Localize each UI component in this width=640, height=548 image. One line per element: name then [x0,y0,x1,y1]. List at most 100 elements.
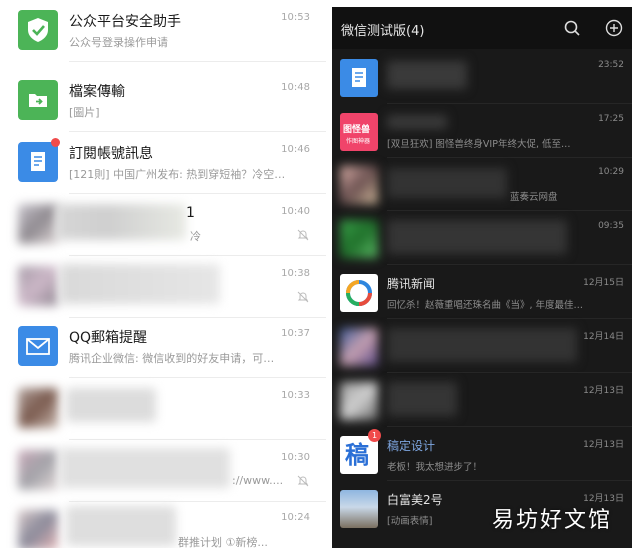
divider [387,426,632,427]
chat-row-gaoding[interactable]: 稿 1 稿定设计 老板！我太想进步了！ 12月13日 [332,428,632,481]
tuguaishou-logo: 图怪兽 作图神器 [340,113,378,151]
chat-row-blurred[interactable]: 10:33 [0,378,326,440]
chat-row[interactable]: 23:52 [332,51,632,104]
unread-dot [51,138,60,147]
mute-icon [297,475,309,487]
chat-row-blurred[interactable]: 群推计划 ①新榜... 10:24 [0,500,326,548]
pixelated-content [66,388,156,422]
shield-icon [18,10,58,50]
pixelated-content [387,168,507,198]
avatar [18,510,58,548]
chat-title: 檔案傳輸 [69,84,125,100]
divider [387,372,632,373]
divider [387,264,632,265]
top-bar: 微信测试版(4) [332,7,632,49]
chat-row[interactable]: 09:35 [332,212,632,265]
divider [387,480,632,481]
chat-time: 10:24 [281,512,310,523]
pixelated-content [66,506,176,546]
chat-time: 10:48 [281,82,310,93]
chat-time: 10:38 [281,268,310,279]
dark-chat-list: 微信测试版(4) 23:52 图怪兽 作图神器 [双旦狂欢] 图怪兽终身VIP年… [332,7,632,548]
chat-time: 12月15日 [583,278,624,288]
chat-time: 10:37 [281,328,310,339]
chat-preview: 老板！我太想进步了！ [387,462,483,473]
logo-text: 稿 [345,441,369,469]
subscription-doc-icon [18,142,58,182]
chat-time: 10:30 [281,452,310,463]
chat-preview: 腾讯企业微信: 微信收到的好友申请，可… [69,352,275,365]
chat-title: 腾讯新闻 [387,277,436,291]
avatar [340,490,378,528]
unread-badge: 1 [368,429,381,442]
chat-preview: 蓝奏云网盘 [510,192,558,203]
mute-icon [297,229,309,241]
folder-transfer-icon [18,80,58,120]
avatar [340,220,378,258]
chat-row-blurred[interactable]: 1 冷 10:40 [0,194,326,256]
chat-row-blurred[interactable]: ://www.... 10:30 [0,440,326,502]
chat-row-subscriptions[interactable]: 訂閱帳號訊息 [121則] 中国广州发布: 热到穿短袖？冷空… 10:46 [0,132,326,194]
chat-time: 09:35 [598,221,624,231]
divider [387,318,632,319]
chat-row[interactable]: 图怪兽 作图神器 [双旦狂欢] 图怪兽终身VIP年终大促, 低至… 17:25 [332,105,632,158]
chat-time: 12月13日 [583,440,624,450]
chat-preview: [双旦狂欢] 图怪兽终身VIP年终大促, 低至… [387,139,571,150]
chat-title: 公众平台安全助手 [69,14,181,30]
pixelated-content [387,61,467,89]
chat-row[interactable]: 蓝奏云网盘 10:29 [332,158,632,211]
chat-preview: 群推计划 ①新榜... [178,536,268,548]
chat-preview: 公众号登录操作申请 [69,36,168,49]
pixelated-content [60,448,230,488]
chat-row-qq-mail[interactable]: QQ郵箱提醒 腾讯企业微信: 微信收到的好友申请，可… 10:37 [0,316,326,378]
avatar [18,388,58,428]
chat-title: 訂閱帳號訊息 [69,146,153,162]
mail-icon [18,326,58,366]
avatar [18,266,58,306]
chat-time: 10:33 [281,390,310,401]
chat-title: 白富美2号 [387,493,443,507]
chat-row-tencent-news[interactable]: 腾讯新闻 回忆杀！赵薇重唱还珠名曲《当》, 年度最佳… 12月15日 [332,266,632,319]
chat-row-file-transfer[interactable]: 檔案傳輸 [圖片] 10:48 [0,70,326,132]
chat-preview: 冷 [190,230,201,243]
chat-preview: [圖片] [69,106,100,119]
pixelated-content [387,382,457,416]
chat-time: 12月14日 [583,332,624,342]
chat-time: 12月13日 [583,386,624,396]
chat-title: 稿定设计 [387,439,436,453]
subscription-doc-icon [340,59,378,97]
search-icon[interactable] [562,18,582,38]
avatar [18,204,58,244]
avatar [340,328,378,366]
avatar [18,450,58,490]
chat-row-blurred[interactable]: 10:38 [0,256,326,318]
chat-time: 10:29 [598,167,624,177]
tencent-news-icon [340,274,378,312]
chat-time: 23:52 [598,60,624,70]
divider [69,61,326,62]
mute-icon [297,291,309,303]
divider [387,210,632,211]
chat-row[interactable]: 12月14日 [332,320,632,373]
divider [387,103,632,104]
chat-row-security-assistant[interactable]: 公众平台安全助手 公众号登录操作申请 10:53 [0,0,326,62]
pixelated-content [60,264,220,304]
light-chat-list: 公众平台安全助手 公众号登录操作申请 10:53 檔案傳輸 [圖片] 10:48… [0,0,326,548]
chat-title: 1 [186,205,195,221]
add-icon[interactable] [604,18,624,38]
logo-subtext: 作图神器 [346,138,371,145]
chat-preview: 回忆杀！赵薇重唱还珠名曲《当》, 年度最佳… [387,300,584,311]
pixelated-content [56,204,186,240]
logo-text: 图怪兽 [343,125,371,135]
chat-time: 10:40 [281,206,310,217]
chat-time: 17:25 [598,114,624,124]
chat-row[interactable]: 12月13日 [332,374,632,427]
chat-time: 10:53 [281,12,310,23]
avatar [340,382,378,420]
pixelated-content [387,328,577,362]
chat-title: QQ郵箱提醒 [69,330,148,346]
pixelated-content [387,115,447,129]
chat-preview: ://www.... [232,474,284,487]
chat-time: 10:46 [281,144,310,155]
page-title: 微信测试版(4) [341,24,425,39]
